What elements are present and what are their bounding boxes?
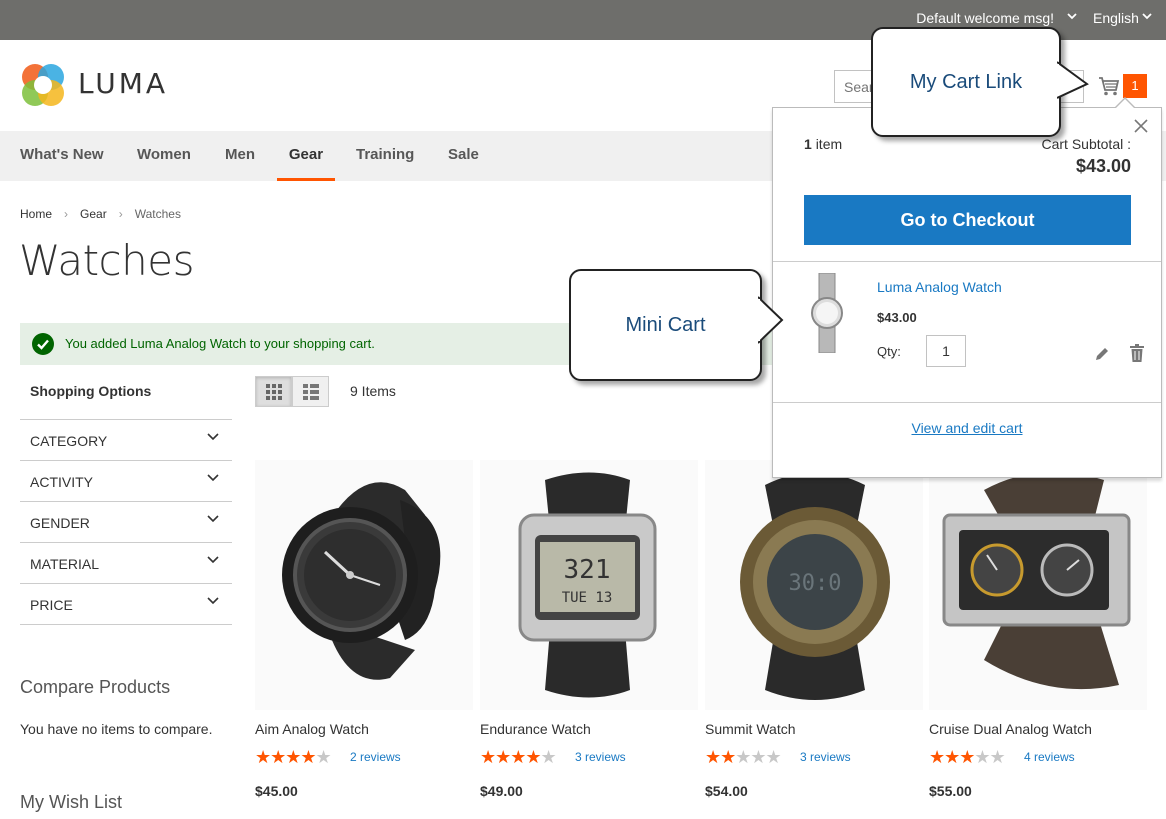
rating-stars: ★★★★★ bbox=[480, 747, 557, 767]
filter-label: CATEGORY bbox=[30, 433, 108, 449]
divider bbox=[773, 402, 1161, 403]
filter-label: GENDER bbox=[30, 515, 90, 531]
page-title: Watches bbox=[19, 236, 194, 285]
callout-mini-cart: Mini Cart bbox=[569, 269, 762, 381]
product-image[interactable]: 30:0 bbox=[705, 460, 923, 710]
compare-products-text: You have no items to compare. bbox=[20, 721, 213, 737]
filter-price[interactable]: PRICE bbox=[20, 583, 232, 624]
filter-label: MATERIAL bbox=[30, 556, 99, 572]
nav-item-gear[interactable]: Gear bbox=[277, 131, 335, 181]
reviews-link[interactable]: 4 reviews bbox=[1024, 750, 1075, 764]
cart-counter-badge[interactable]: 1 bbox=[1123, 74, 1147, 98]
compare-products-title: Compare Products bbox=[20, 677, 171, 697]
list-view-button[interactable] bbox=[292, 376, 329, 407]
divider bbox=[20, 624, 232, 625]
nav-item-women[interactable]: Women bbox=[137, 131, 191, 181]
filter-label: ACTIVITY bbox=[30, 474, 94, 490]
chevron-down-icon[interactable] bbox=[1065, 9, 1079, 23]
product-name[interactable]: Aim Analog Watch bbox=[255, 721, 369, 737]
breadcrumb-separator-icon: › bbox=[64, 207, 69, 221]
rating-stars: ★★★★★ bbox=[705, 747, 782, 767]
breadcrumb-current: Watches bbox=[134, 207, 181, 221]
success-message-text: You added Luma Analog Watch to your shop… bbox=[65, 336, 375, 351]
product-image[interactable] bbox=[929, 460, 1147, 710]
filter-category[interactable]: CATEGORY bbox=[20, 419, 232, 460]
checkmark-icon bbox=[32, 333, 54, 355]
divider bbox=[773, 261, 1161, 262]
callout-pointer bbox=[1057, 61, 1089, 99]
chevron-down-icon bbox=[207, 474, 219, 482]
product-price: $55.00 bbox=[929, 783, 972, 799]
list-icon bbox=[303, 384, 319, 400]
filter-activity[interactable]: ACTIVITY bbox=[20, 460, 232, 501]
chevron-down-icon bbox=[207, 515, 219, 523]
items-count: 9 Items bbox=[350, 383, 396, 399]
minicart-dropdown: 1 item Cart Subtotal : $43.00 Go to Chec… bbox=[772, 107, 1162, 478]
minicart-product-name[interactable]: Luma Analog Watch bbox=[877, 279, 1002, 295]
close-icon[interactable] bbox=[1133, 118, 1149, 134]
chevron-down-icon bbox=[207, 597, 219, 605]
reviews-link[interactable]: 3 reviews bbox=[575, 750, 626, 764]
qty-input[interactable] bbox=[926, 335, 966, 367]
breadcrumb-home[interactable]: Home bbox=[20, 207, 52, 221]
minicart-product-price: $43.00 bbox=[877, 310, 917, 325]
nav-item-sale[interactable]: Sale bbox=[448, 131, 479, 181]
welcome-message: Default welcome msg! bbox=[916, 10, 1054, 26]
minicart-arrow bbox=[1115, 99, 1135, 109]
callout-my-cart-link: My Cart Link bbox=[871, 27, 1061, 137]
filter-gender[interactable]: GENDER bbox=[20, 501, 232, 542]
breadcrumb-separator-icon: › bbox=[118, 207, 123, 221]
product-thumbnail[interactable] bbox=[805, 273, 849, 353]
svg-text:321: 321 bbox=[564, 555, 611, 585]
product-price: $54.00 bbox=[705, 783, 748, 799]
breadcrumb: Home › Gear › Watches bbox=[20, 207, 181, 221]
product-price: $49.00 bbox=[480, 783, 523, 799]
filter-label: PRICE bbox=[30, 597, 73, 613]
reviews-link[interactable]: 3 reviews bbox=[800, 750, 851, 764]
checkout-button[interactable]: Go to Checkout bbox=[804, 195, 1131, 245]
cart-subtotal-label: Cart Subtotal : bbox=[1041, 136, 1132, 152]
callout-label: My Cart Link bbox=[909, 71, 1023, 93]
trash-icon[interactable] bbox=[1129, 344, 1145, 362]
grid-view-button[interactable] bbox=[255, 376, 292, 407]
pencil-icon[interactable] bbox=[1094, 346, 1110, 362]
product-name[interactable]: Endurance Watch bbox=[480, 721, 591, 737]
product-name[interactable]: Cruise Dual Analog Watch bbox=[929, 721, 1092, 737]
brand-name[interactable]: LUMA bbox=[78, 67, 168, 100]
breadcrumb-gear[interactable]: Gear bbox=[80, 207, 107, 221]
svg-text:TUE 13: TUE 13 bbox=[562, 590, 613, 606]
nav-item-men[interactable]: Men bbox=[225, 131, 255, 181]
wishlist-title: My Wish List bbox=[20, 792, 123, 812]
chevron-down-icon[interactable] bbox=[1140, 9, 1154, 23]
product-price: $45.00 bbox=[255, 783, 298, 799]
chevron-down-icon bbox=[207, 433, 219, 441]
grid-icon bbox=[266, 384, 282, 400]
callout-label: Mini Cart bbox=[625, 314, 706, 336]
language-switcher[interactable]: English bbox=[1093, 10, 1139, 26]
product-image[interactable]: 321 TUE 13 bbox=[480, 460, 698, 710]
luma-logo-icon[interactable] bbox=[20, 62, 66, 108]
chevron-down-icon bbox=[207, 556, 219, 564]
product-image[interactable] bbox=[255, 460, 473, 710]
shopping-options-title: Shopping Options bbox=[30, 383, 152, 399]
rating-stars: ★★★★★ bbox=[929, 747, 1006, 767]
filter-material[interactable]: MATERIAL bbox=[20, 542, 232, 583]
qty-label: Qty: bbox=[877, 344, 901, 359]
view-edit-cart-link[interactable]: View and edit cart bbox=[773, 420, 1161, 436]
reviews-link[interactable]: 2 reviews bbox=[350, 750, 401, 764]
svg-text:30:0: 30:0 bbox=[789, 571, 842, 596]
cart-subtotal-value: $43.00 bbox=[1075, 156, 1131, 176]
nav-item-whats-new[interactable]: What's New bbox=[20, 131, 104, 181]
rating-stars: ★★★★★ bbox=[255, 747, 332, 767]
product-name[interactable]: Summit Watch bbox=[705, 721, 796, 737]
nav-item-training[interactable]: Training bbox=[356, 131, 414, 181]
minicart-item-count: 1 item bbox=[804, 136, 843, 152]
cart-icon[interactable] bbox=[1098, 75, 1120, 97]
callout-pointer bbox=[758, 296, 784, 344]
